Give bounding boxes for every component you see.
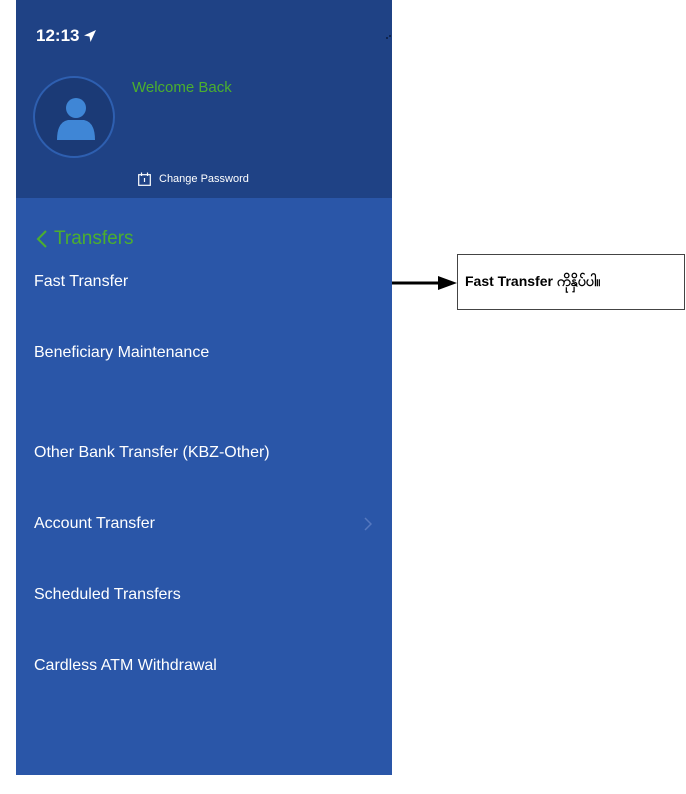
signal-indicator <box>386 35 392 41</box>
menu-item-account-transfer[interactable]: Account Transfer <box>34 512 374 536</box>
change-password-label: Change Password <box>159 173 249 185</box>
menu-item-beneficiary-maintenance[interactable]: Beneficiary Maintenance <box>34 341 374 365</box>
back-label: Transfers <box>54 228 134 249</box>
phone-screen: 12:13 Welcome Back Change Password Trans… <box>16 0 392 775</box>
lock-calendar-icon <box>138 172 151 186</box>
annotation-text: Fast Transfer ကိုနှိပ်ပါ။ <box>465 272 601 289</box>
location-arrow-icon <box>84 30 97 42</box>
welcome-text: Welcome Back <box>132 79 232 96</box>
annotation-callout: Fast Transfer ကိုနှိပ်ပါ။ <box>457 254 685 310</box>
time-text: 12:13 <box>36 26 80 45</box>
back-to-transfers[interactable]: Transfers <box>36 228 134 250</box>
status-bar-time: 12:13 <box>36 26 97 46</box>
menu-item-other-bank-transfer[interactable]: Other Bank Transfer (KBZ-Other) <box>34 441 374 465</box>
change-password-link[interactable]: Change Password <box>138 172 249 186</box>
menu-item-cardless-atm-withdrawal[interactable]: Cardless ATM Withdrawal <box>34 654 374 678</box>
user-icon <box>57 98 95 140</box>
avatar[interactable] <box>33 76 115 158</box>
profile-header: 12:13 Welcome Back Change Password <box>16 0 392 198</box>
menu-item-scheduled-transfers[interactable]: Scheduled Transfers <box>34 583 374 607</box>
chevron-right-icon <box>364 517 372 531</box>
chevron-left-icon <box>36 230 47 248</box>
annotation-arrow-icon <box>392 276 457 290</box>
menu-item-fast-transfer[interactable]: Fast Transfer <box>34 270 374 294</box>
